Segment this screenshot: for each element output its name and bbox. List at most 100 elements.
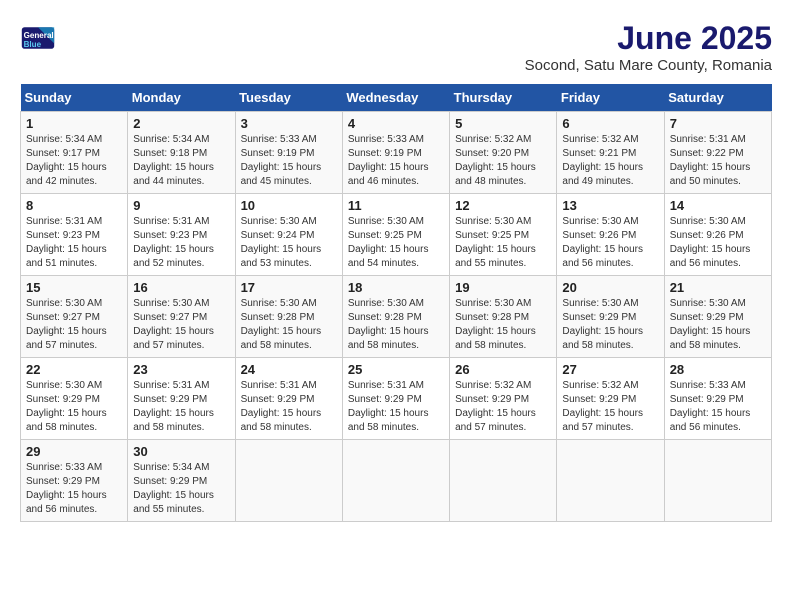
calendar-cell: 22 Sunrise: 5:30 AMSunset: 9:29 PMDayligh… — [21, 358, 128, 440]
day-info: Sunrise: 5:31 AMSunset: 9:29 PMDaylight:… — [241, 379, 337, 435]
day-number: 29 — [26, 444, 122, 459]
logo: General Blue — [20, 20, 56, 56]
day-info: Sunrise: 5:31 AMSunset: 9:22 PMDaylight:… — [670, 133, 766, 189]
calendar-cell: 6 Sunrise: 5:32 AMSunset: 9:21 PMDaylight… — [557, 112, 664, 194]
title-area: June 2025 Socond, Satu Mare County, Roma… — [525, 20, 772, 74]
header-tuesday: Tuesday — [235, 84, 342, 112]
day-number: 23 — [133, 362, 229, 377]
day-info: Sunrise: 5:33 AMSunset: 9:19 PMDaylight:… — [348, 133, 444, 189]
calendar-cell — [342, 440, 449, 522]
day-number: 4 — [348, 116, 444, 131]
day-info: Sunrise: 5:30 AMSunset: 9:25 PMDaylight:… — [348, 215, 444, 271]
calendar-cell: 21Sunrise: 5:30 AMSunset: 9:29 PMDayligh… — [664, 276, 771, 358]
calendar-cell: 18Sunrise: 5:30 AMSunset: 9:28 PMDayligh… — [342, 276, 449, 358]
calendar-cell: 7 Sunrise: 5:31 AMSunset: 9:22 PMDaylight… — [664, 112, 771, 194]
calendar-cell: 12 Sunrise: 5:30 AMSunset: 9:25 PMDayligh… — [450, 194, 557, 276]
day-number: 24 — [241, 362, 337, 377]
calendar-cell — [557, 440, 664, 522]
day-number: 25 — [348, 362, 444, 377]
day-number: 16 — [133, 280, 229, 295]
header-sunday: Sunday — [21, 84, 128, 112]
calendar-table: SundayMondayTuesdayWednesdayThursdayFrid… — [20, 84, 772, 522]
day-number: 14 — [670, 198, 766, 213]
day-number: 6 — [562, 116, 658, 131]
day-number: 12 — [455, 198, 551, 213]
calendar-cell: 25 Sunrise: 5:31 AMSunset: 9:29 PMDayligh… — [342, 358, 449, 440]
day-info: Sunrise: 5:34 AMSunset: 9:29 PMDaylight:… — [133, 461, 229, 517]
day-number: 15 — [26, 280, 122, 295]
day-info: Sunrise: 5:30 AMSunset: 9:29 PMDaylight:… — [670, 297, 766, 353]
day-number: 8 — [26, 198, 122, 213]
day-number: 10 — [241, 198, 337, 213]
calendar-cell: 11 Sunrise: 5:30 AMSunset: 9:25 PMDayligh… — [342, 194, 449, 276]
day-number: 11 — [348, 198, 444, 213]
calendar-cell: 27Sunrise: 5:32 AMSunset: 9:29 PMDayligh… — [557, 358, 664, 440]
day-number: 5 — [455, 116, 551, 131]
calendar-cell: 17 Sunrise: 5:30 AMSunset: 9:28 PMDayligh… — [235, 276, 342, 358]
header-monday: Monday — [128, 84, 235, 112]
calendar-week-row: 1 Sunrise: 5:34 AMSunset: 9:17 PMDaylight… — [21, 112, 772, 194]
day-number: 30 — [133, 444, 229, 459]
day-number: 22 — [26, 362, 122, 377]
calendar-cell — [235, 440, 342, 522]
calendar-cell: 13 Sunrise: 5:30 AMSunset: 9:26 PMDayligh… — [557, 194, 664, 276]
calendar-cell: 14Sunrise: 5:30 AMSunset: 9:26 PMDayligh… — [664, 194, 771, 276]
day-info: Sunrise: 5:32 AMSunset: 9:21 PMDaylight:… — [562, 133, 658, 189]
calendar-cell: 2 Sunrise: 5:34 AMSunset: 9:18 PMDaylight… — [128, 112, 235, 194]
day-info: Sunrise: 5:30 AMSunset: 9:29 PMDaylight:… — [26, 379, 122, 435]
day-info: Sunrise: 5:30 AMSunset: 9:24 PMDaylight:… — [241, 215, 337, 271]
calendar-cell: 8Sunrise: 5:31 AMSunset: 9:23 PMDaylight… — [21, 194, 128, 276]
day-info: Sunrise: 5:30 AMSunset: 9:27 PMDaylight:… — [26, 297, 122, 353]
day-info: Sunrise: 5:31 AMSunset: 9:23 PMDaylight:… — [133, 215, 229, 271]
calendar-cell: 5 Sunrise: 5:32 AMSunset: 9:20 PMDaylight… — [450, 112, 557, 194]
calendar-week-row: 15 Sunrise: 5:30 AMSunset: 9:27 PMDayligh… — [21, 276, 772, 358]
day-info: Sunrise: 5:32 AMSunset: 9:29 PMDaylight:… — [455, 379, 551, 435]
calendar-cell — [450, 440, 557, 522]
day-info: Sunrise: 5:33 AMSunset: 9:19 PMDaylight:… — [241, 133, 337, 189]
svg-text:General: General — [24, 31, 54, 40]
header-saturday: Saturday — [664, 84, 771, 112]
day-info: Sunrise: 5:30 AMSunset: 9:26 PMDaylight:… — [562, 215, 658, 271]
logo-icon: General Blue — [20, 20, 56, 56]
header: General Blue June 2025 Socond, Satu Mare… — [20, 20, 772, 74]
calendar-cell: 9Sunrise: 5:31 AMSunset: 9:23 PMDaylight… — [128, 194, 235, 276]
day-info: Sunrise: 5:30 AMSunset: 9:28 PMDaylight:… — [455, 297, 551, 353]
calendar-cell: 19 Sunrise: 5:30 AMSunset: 9:28 PMDayligh… — [450, 276, 557, 358]
day-info: Sunrise: 5:30 AMSunset: 9:27 PMDaylight:… — [133, 297, 229, 353]
day-info: Sunrise: 5:31 AMSunset: 9:29 PMDaylight:… — [133, 379, 229, 435]
day-info: Sunrise: 5:34 AMSunset: 9:17 PMDaylight:… — [26, 133, 122, 189]
calendar-cell: 26 Sunrise: 5:32 AMSunset: 9:29 PMDayligh… — [450, 358, 557, 440]
day-number: 1 — [26, 116, 122, 131]
header-thursday: Thursday — [450, 84, 557, 112]
day-info: Sunrise: 5:30 AMSunset: 9:29 PMDaylight:… — [562, 297, 658, 353]
calendar-cell: 20 Sunrise: 5:30 AMSunset: 9:29 PMDayligh… — [557, 276, 664, 358]
day-info: Sunrise: 5:32 AMSunset: 9:20 PMDaylight:… — [455, 133, 551, 189]
day-info: Sunrise: 5:31 AMSunset: 9:29 PMDaylight:… — [348, 379, 444, 435]
calendar-cell: 28Sunrise: 5:33 AMSunset: 9:29 PMDayligh… — [664, 358, 771, 440]
day-number: 19 — [455, 280, 551, 295]
day-number: 7 — [670, 116, 766, 131]
day-number: 17 — [241, 280, 337, 295]
calendar-cell: 10 Sunrise: 5:30 AMSunset: 9:24 PMDayligh… — [235, 194, 342, 276]
day-info: Sunrise: 5:30 AMSunset: 9:25 PMDaylight:… — [455, 215, 551, 271]
day-number: 20 — [562, 280, 658, 295]
calendar-cell: 15 Sunrise: 5:30 AMSunset: 9:27 PMDayligh… — [21, 276, 128, 358]
day-info: Sunrise: 5:34 AMSunset: 9:18 PMDaylight:… — [133, 133, 229, 189]
calendar-week-row: 22 Sunrise: 5:30 AMSunset: 9:29 PMDayligh… — [21, 358, 772, 440]
calendar-cell: 16 Sunrise: 5:30 AMSunset: 9:27 PMDayligh… — [128, 276, 235, 358]
day-number: 13 — [562, 198, 658, 213]
svg-text:Blue: Blue — [24, 40, 42, 49]
header-wednesday: Wednesday — [342, 84, 449, 112]
day-number: 27 — [562, 362, 658, 377]
day-info: Sunrise: 5:33 AMSunset: 9:29 PMDaylight:… — [670, 379, 766, 435]
day-number: 26 — [455, 362, 551, 377]
calendar-header-row: SundayMondayTuesdayWednesdayThursdayFrid… — [21, 84, 772, 112]
day-info: Sunrise: 5:30 AMSunset: 9:28 PMDaylight:… — [241, 297, 337, 353]
calendar-cell: 29Sunrise: 5:33 AMSunset: 9:29 PMDayligh… — [21, 440, 128, 522]
day-number: 2 — [133, 116, 229, 131]
day-info: Sunrise: 5:30 AMSunset: 9:28 PMDaylight:… — [348, 297, 444, 353]
calendar-title: June 2025 — [525, 20, 772, 57]
calendar-cell: 24 Sunrise: 5:31 AMSunset: 9:29 PMDayligh… — [235, 358, 342, 440]
calendar-cell: 30 Sunrise: 5:34 AMSunset: 9:29 PMDayligh… — [128, 440, 235, 522]
calendar-cell: 4 Sunrise: 5:33 AMSunset: 9:19 PMDaylight… — [342, 112, 449, 194]
